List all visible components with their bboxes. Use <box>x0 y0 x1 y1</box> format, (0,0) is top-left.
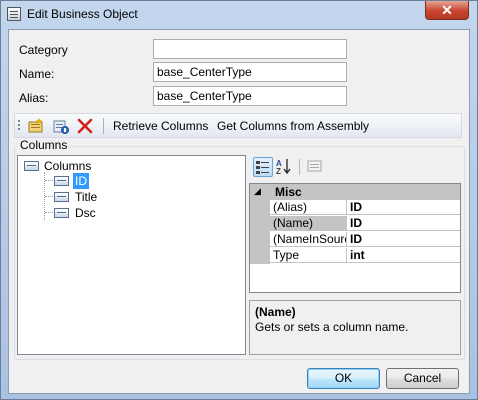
help-title: (Name) <box>255 305 296 319</box>
toolbar-grip[interactable] <box>18 120 20 132</box>
get-columns-from-assembly-button[interactable]: Get Columns from Assembly <box>217 119 369 133</box>
column-icon <box>54 176 69 186</box>
add-column-icon[interactable] <box>28 118 44 134</box>
property-grid-toolbar: AZ <box>249 155 461 181</box>
property-row-type[interactable]: Type int <box>250 248 460 264</box>
svg-text:Z: Z <box>276 167 281 175</box>
retrieve-columns-button[interactable]: Retrieve Columns <box>113 119 208 133</box>
property-name: (Alias) <box>270 200 347 215</box>
close-button[interactable]: ✕ <box>425 1 469 20</box>
property-value[interactable]: ID <box>347 216 460 231</box>
category-label: Misc <box>275 185 302 199</box>
toolbar-separator <box>103 118 104 134</box>
ok-button[interactable]: OK <box>307 368 380 389</box>
window-title: Edit Business Object <box>27 7 138 21</box>
tree-item-id[interactable]: ID <box>38 173 158 189</box>
tree-item-label: Dsc <box>75 206 96 220</box>
columns-tree[interactable]: Columns ID Title Dsc <box>17 155 246 355</box>
column-icon <box>54 208 69 218</box>
property-pages-icon[interactable] <box>305 157 325 177</box>
tree-item-label: Title <box>75 190 98 204</box>
name-label: Name: <box>19 67 55 81</box>
property-name: (NameInSource) <box>270 232 347 247</box>
property-grid: AZ ◢ Misc (Alias) ID (Name) ID (NameInSo… <box>249 155 461 355</box>
property-row-alias[interactable]: (Alias) ID <box>250 200 460 216</box>
property-name: (Name) <box>270 216 347 231</box>
help-description: Gets or sets a column name. <box>255 320 409 334</box>
property-grid-view[interactable]: ◢ Misc (Alias) ID (Name) ID (NameInSourc… <box>249 183 461 293</box>
table-icon <box>24 161 39 171</box>
dialog-window: Edit Business Object ✕ Category Name: Al… <box>0 0 478 400</box>
column-icon <box>54 192 69 202</box>
category-label: Category <box>19 43 68 57</box>
columns-group-caption: Columns <box>18 138 70 152</box>
property-help-panel: (Name) Gets or sets a column name. <box>249 300 461 355</box>
tree-node-columns[interactable]: Columns <box>22 158 142 174</box>
pg-toolbar-separator <box>299 159 300 175</box>
tree-item-dsc[interactable]: Dsc <box>38 205 158 221</box>
property-row-nameinsource[interactable]: (NameInSource) ID <box>250 232 460 248</box>
window-icon <box>7 7 21 21</box>
name-input[interactable] <box>153 62 347 82</box>
cancel-button[interactable]: Cancel <box>386 368 459 389</box>
dialog-client-area: Category Name: Alias: Retrieve Columns G… <box>8 29 470 394</box>
title-bar[interactable]: Edit Business Object ✕ <box>1 1 477 29</box>
property-name: Type <box>270 248 347 263</box>
tree-node-label: Columns <box>44 159 92 173</box>
alias-label: Alias: <box>19 91 49 105</box>
column-properties-icon[interactable] <box>53 118 69 134</box>
collapse-icon[interactable]: ◢ <box>254 186 261 197</box>
alias-input[interactable] <box>153 86 347 106</box>
categorized-view-icon[interactable] <box>253 157 273 177</box>
tree-item-label: ID <box>73 173 89 189</box>
property-value[interactable]: ID <box>347 200 460 215</box>
property-value[interactable]: ID <box>347 232 460 247</box>
delete-column-icon[interactable] <box>77 118 93 134</box>
columns-toolbar: Retrieve Columns Get Columns from Assemb… <box>14 113 462 138</box>
property-row-name[interactable]: (Name) ID <box>250 216 460 232</box>
alphabetical-sort-icon[interactable]: AZ <box>275 157 295 177</box>
tree-item-title[interactable]: Title <box>38 189 158 205</box>
property-value[interactable]: int <box>347 248 460 263</box>
category-input[interactable] <box>153 39 347 59</box>
category-row-misc[interactable]: ◢ Misc <box>250 184 460 200</box>
